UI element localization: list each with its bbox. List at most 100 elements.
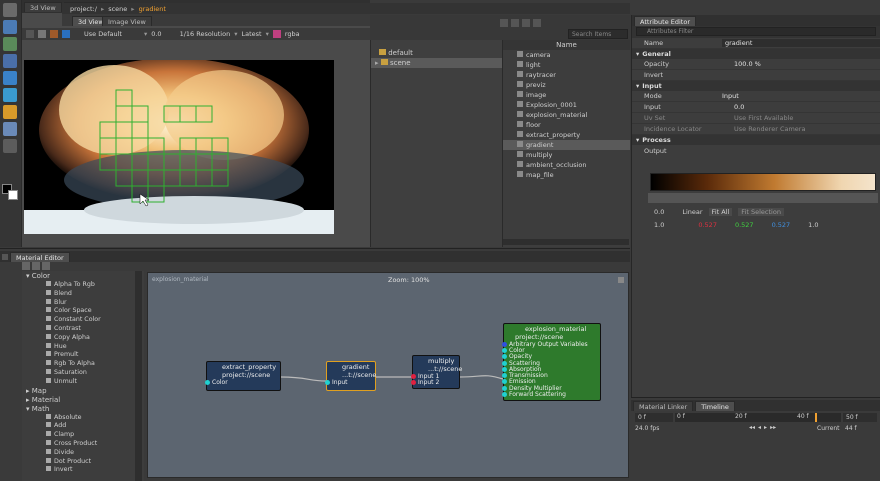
category-math[interactable]: ▾ Math [22,405,144,414]
library-item[interactable]: Absolute [22,413,144,423]
view-tool-icon[interactable] [3,139,17,153]
name-field[interactable]: gradient [722,39,880,47]
interpolation-select[interactable]: Linear [682,208,702,216]
red-channel-field[interactable]: 0.527 [698,221,717,229]
refresh-icon[interactable] [38,30,46,38]
alpha-channel-field[interactable]: 1.0 [808,221,818,229]
library-item[interactable]: Cross Product [22,439,144,449]
section-general[interactable]: ▾ General [632,49,880,59]
tab-timeline[interactable]: Timeline [695,400,735,411]
library-item[interactable]: Unmult [22,377,144,387]
first-frame-icon[interactable]: ◂◂ [749,424,755,431]
attributes-filter-input[interactable]: Attributes Filter [636,27,876,36]
options-icon[interactable] [522,19,530,27]
category-material[interactable]: ▸ Material [22,396,144,405]
breadcrumb-scene[interactable]: scene [108,5,127,13]
library-item[interactable]: Blur [22,298,144,308]
fps-field[interactable]: 24.0 fps [635,425,659,432]
filter-icon[interactable] [511,19,519,27]
library-item[interactable]: Clamp [22,431,144,440]
library-item[interactable]: Hue [22,342,144,352]
library-item[interactable]: Add [22,422,144,431]
breadcrumb-project[interactable]: project:/ [70,5,97,13]
column-header-name[interactable]: Name [503,40,630,50]
play-icon[interactable]: ▸ [764,424,767,431]
tab-material-linker[interactable]: Material Linker [633,400,694,411]
port-input-2[interactable]: Input 2 [411,379,456,386]
lock-icon[interactable] [26,30,34,38]
mode-select[interactable]: Input [722,92,880,100]
move-tool-icon[interactable] [3,37,17,51]
uv-set-select[interactable]: Use First Available [722,114,880,122]
grid-icon[interactable] [22,262,30,270]
exposure-value[interactable]: 0.0 [151,30,161,38]
lock-icon[interactable] [2,253,8,260]
settings-icon[interactable] [533,19,541,27]
tree-item-default[interactable]: default [371,48,502,58]
list-item[interactable]: raytracer [503,70,630,80]
select-tool-icon[interactable] [3,3,17,17]
version-select[interactable]: Latest [241,30,261,38]
section-input[interactable]: ▾ Input [632,81,880,91]
fit-selection-button[interactable]: Fit Selection [738,207,784,216]
library-item[interactable]: Alpha To Rgb [22,281,144,290]
list-item[interactable]: explosion_material [503,110,630,120]
opacity-field[interactable]: 100.0 % [722,60,880,68]
start-frame-field[interactable]: 0 f [635,413,673,422]
vertical-scrollbar[interactable] [135,271,142,481]
timeline-scrubber[interactable]: 0 f 20 f 40 f [675,413,841,422]
blue-channel-field[interactable]: 0.527 [772,221,791,229]
expand-arrow-icon[interactable]: ▸ [375,59,379,67]
incidence-select[interactable]: Use Renderer Camera [722,125,880,133]
material-port[interactable]: Forward Scattering [502,391,597,398]
node-graph-canvas[interactable]: explosion_material Zoom: 100% extract_pr… [147,272,629,478]
node-gradient[interactable]: gradient ...t://scene Input [325,361,376,391]
library-item[interactable]: Dot Product [22,457,144,467]
pointer-tool-icon[interactable] [3,122,17,136]
list-item[interactable]: floor [503,120,630,130]
resolution-select[interactable]: 1/16 Resolution [180,30,231,38]
library-item[interactable]: Contrast [22,324,144,334]
list-item[interactable]: light [503,60,630,70]
current-frame-field[interactable]: 44 f [845,425,857,432]
library-item[interactable]: Constant Color [22,316,144,325]
library-item[interactable]: Blend [22,289,144,299]
paint-tool-icon[interactable] [3,71,17,85]
list-view-icon[interactable] [500,19,508,27]
stop-alpha-field[interactable]: 1.0 [654,221,664,229]
list-item[interactable]: previz [503,80,630,90]
tab-attribute-editor[interactable]: Attribute Editor [634,15,697,26]
list-item[interactable]: image [503,90,630,100]
node-multiply[interactable]: multiply ...t://scene Input 1 Input 2 [411,355,462,389]
library-item[interactable]: Rgb To Alpha [22,360,144,369]
fit-all-button[interactable]: Fit All [708,207,733,216]
category-map[interactable]: ▸ Map [22,387,144,396]
list-item[interactable]: Explosion_0001 [503,100,630,110]
graph-options-icon[interactable] [618,277,624,283]
render-icon[interactable] [50,30,58,38]
tab-3d-view[interactable]: 3d View [24,1,62,12]
list-icon[interactable] [32,262,40,270]
category-color[interactable]: ▾ Color [22,271,144,281]
breadcrumb-gradient[interactable]: gradient [139,5,166,13]
next-frame-icon[interactable]: ▸▸ [770,424,776,431]
list-item[interactable]: map_file [503,170,630,180]
list-item[interactable]: gradient [503,140,630,150]
library-item[interactable]: Premult [22,351,144,360]
node-explosion-material[interactable]: explosion_material project://scene Arbit… [502,323,601,401]
green-channel-field[interactable]: 0.527 [735,221,754,229]
library-item[interactable]: Color Space [22,307,144,316]
gradient-ramp[interactable] [650,173,876,191]
input-field[interactable]: 0.0 [722,103,880,111]
search-items-input[interactable]: Search Items [568,29,628,39]
list-item[interactable]: camera [503,50,630,60]
stop-position-field[interactable]: 0.0 [654,208,664,216]
list-item[interactable]: multiply [503,150,630,160]
node-extract-property[interactable]: extract_property project://scene Color [205,361,281,391]
gradient-tool-icon[interactable] [3,105,17,119]
tab-image-view-top[interactable]: Image View [102,16,152,26]
horizontal-scrollbar[interactable] [503,239,629,245]
prev-frame-icon[interactable]: ◂ [758,424,761,431]
background-color-swatch[interactable] [8,190,18,200]
playhead[interactable] [815,413,817,422]
